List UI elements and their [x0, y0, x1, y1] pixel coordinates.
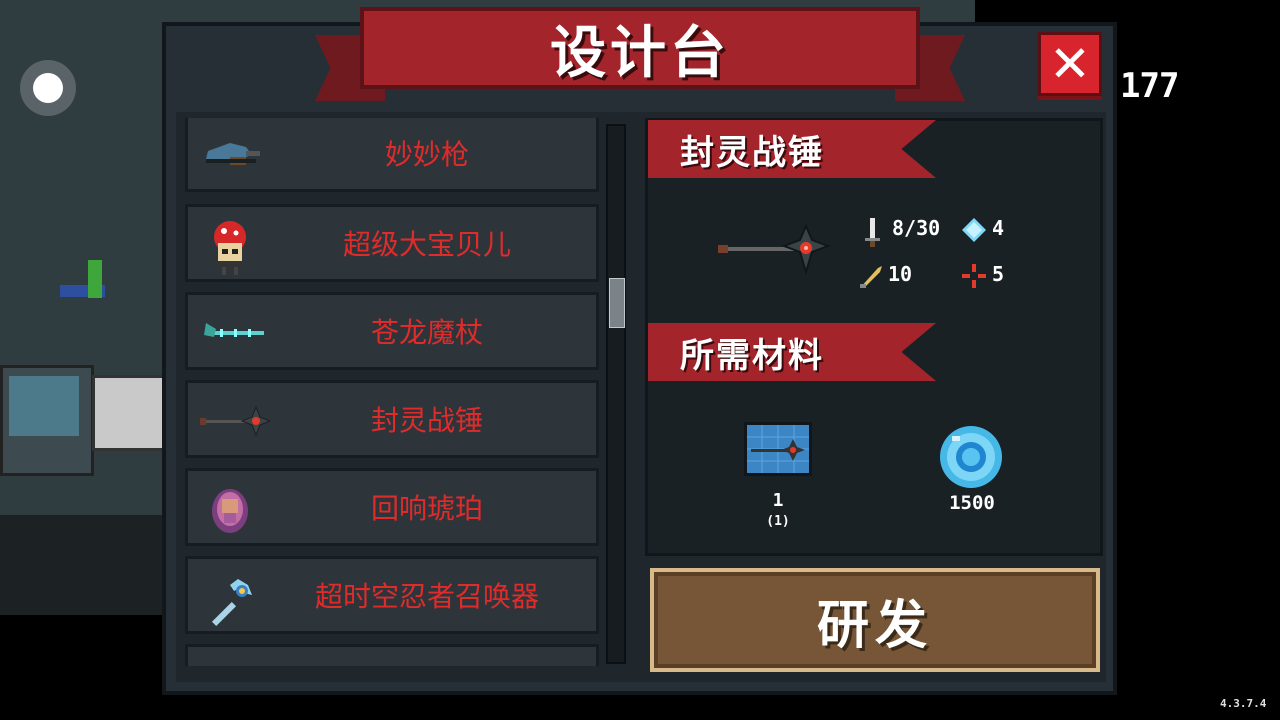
lab-desk — [0, 365, 94, 476]
crafting-bench — [92, 375, 168, 451]
list-item-label: 超级大宝贝儿 — [342, 228, 511, 261]
list-item-spirit-hammer[interactable]: 封灵战锤 — [185, 380, 599, 458]
list-item-echo-amber[interactable]: 回响琥珀 — [185, 468, 599, 546]
spirit-hammer-icon — [200, 395, 272, 445]
blueprint-icon — [747, 425, 809, 473]
red-mushroom-bot-icon — [200, 219, 260, 275]
list-item-super-baby[interactable]: 超级大宝贝儿 — [185, 204, 599, 282]
dragon-staff-icon — [200, 307, 264, 357]
joystick-button[interactable] — [20, 60, 76, 116]
selected-item-name: 封灵战锤 — [680, 132, 824, 173]
materials-ribbon: 所需材料 — [648, 323, 936, 381]
crit-blade-icon — [858, 264, 882, 288]
scroll-thumb[interactable] — [609, 278, 625, 328]
material-gems[interactable] — [938, 424, 1004, 490]
joystick-dot-icon — [33, 73, 63, 103]
list-item-partial[interactable] — [185, 644, 599, 666]
list-item-miao-gun[interactable]: 妙妙枪 — [185, 118, 599, 192]
stat-crit-value: 10 — [888, 262, 913, 286]
stat-crit: 10 — [858, 262, 913, 288]
develop-button[interactable]: 研发 — [650, 568, 1100, 672]
blueprint-list[interactable]: 妙妙枪 超级大宝贝儿 苍龙魔杖 封灵战锤 回响琥珀 超时空忍者召唤器 — [180, 118, 605, 666]
panel-title: 设计台 — [550, 20, 730, 86]
player-character — [60, 255, 110, 305]
coin-counter: 177 — [1120, 66, 1179, 106]
echo-amber-icon — [200, 483, 260, 533]
list-item-label: 苍龙魔杖 — [370, 316, 483, 349]
list-item-label: 封灵战锤 — [370, 404, 483, 437]
stat-damage: 8/30 — [862, 216, 941, 247]
spirit-hammer-icon — [718, 223, 831, 276]
stat-spread-value: 5 — [992, 262, 1005, 286]
blue-gun-icon — [200, 129, 260, 179]
stat-spread: 5 — [962, 262, 1005, 288]
version-label: 4.3.7.4 — [1220, 697, 1267, 710]
materials-title: 所需材料 — [680, 335, 824, 376]
list-scrollbar[interactable] — [606, 124, 626, 664]
desk-screen — [9, 376, 79, 436]
energy-crystal-icon — [962, 218, 986, 242]
ninja-summoner-icon — [200, 571, 260, 627]
list-item-label: 超时空忍者召唤器 — [314, 580, 539, 613]
gem-coin-icon — [940, 426, 1002, 488]
list-item-label: 回响琥珀 — [370, 492, 483, 525]
list-item-ninja-summoner[interactable]: 超时空忍者召唤器 — [185, 556, 599, 634]
stat-damage-value: 8/30 — [892, 216, 941, 240]
list-item-dragon-staff[interactable]: 苍龙魔杖 — [185, 292, 599, 370]
banner-body: 设计台 — [360, 7, 920, 89]
material-blueprint-count: 1 — [772, 490, 784, 511]
wall-area — [0, 515, 175, 615]
stat-energy: 4 — [962, 216, 1005, 242]
sword-icon — [862, 218, 882, 247]
selected-item-preview — [718, 222, 834, 276]
crosshair-icon — [962, 264, 986, 288]
close-icon: ✕ — [1049, 35, 1091, 93]
develop-label: 研发 — [816, 595, 933, 656]
item-name-ribbon: 封灵战锤 — [648, 120, 936, 178]
list-item-label: 妙妙枪 — [384, 138, 469, 171]
stat-energy-value: 4 — [992, 216, 1005, 240]
material-blueprint-sub: (1) — [766, 514, 790, 529]
title-banner: 设计台 — [315, 5, 965, 103]
close-button[interactable]: ✕ — [1038, 32, 1102, 96]
material-blueprint[interactable] — [744, 422, 812, 476]
material-gems-count: 1500 — [949, 492, 995, 514]
